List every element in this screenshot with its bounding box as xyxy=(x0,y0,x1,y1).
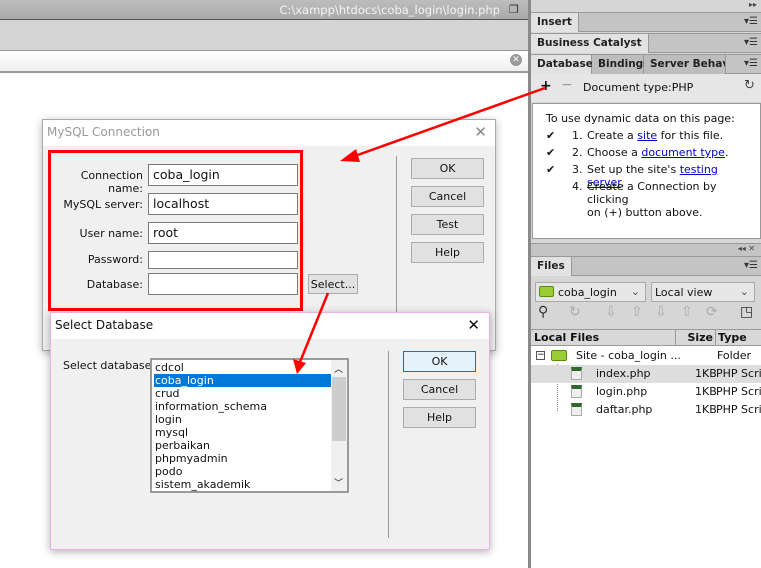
arrow-to-connection-form xyxy=(340,86,546,162)
annotation-arrows xyxy=(293,86,546,374)
arrow-to-selected-database xyxy=(293,292,330,374)
